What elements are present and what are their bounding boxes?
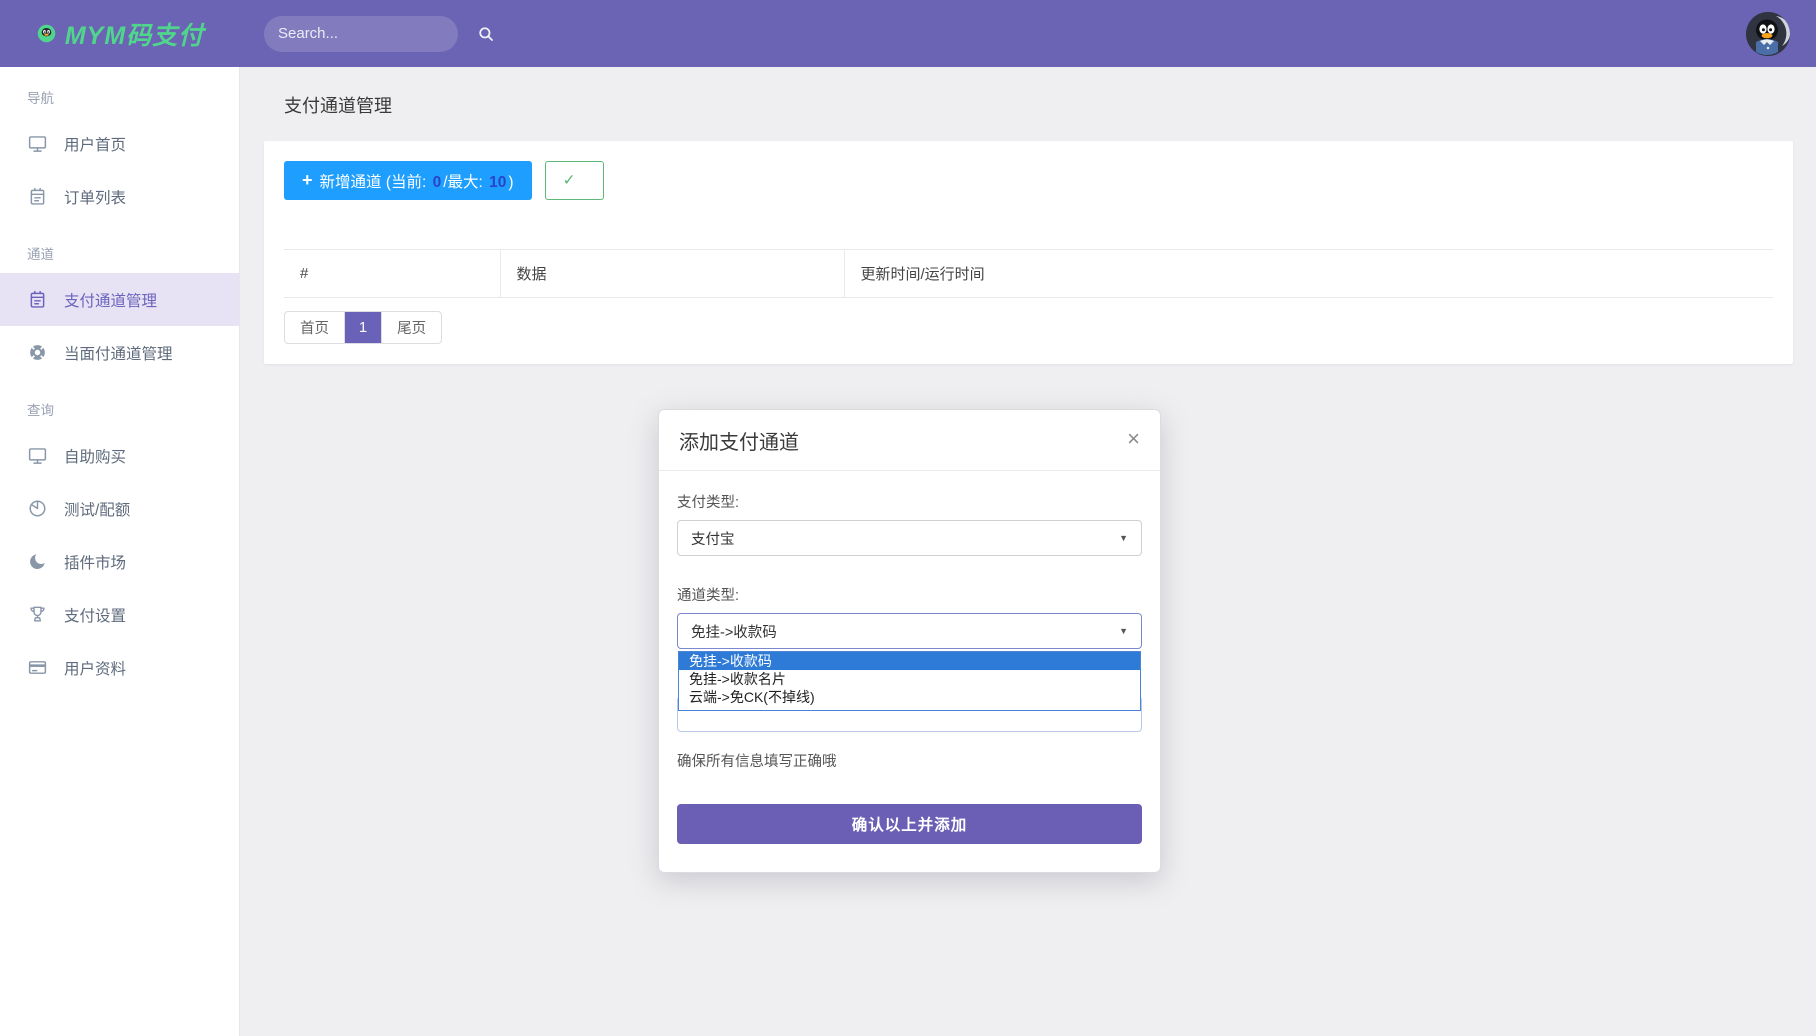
credit-card-icon — [27, 657, 48, 678]
sidebar-item-user-profile[interactable]: 用户资料 — [0, 641, 239, 694]
logo-text: MYM码支付 — [65, 16, 204, 52]
dropdown-option-1[interactable]: 免挂->收款码 — [679, 652, 1140, 670]
channel-type-dropdown: 免挂->收款码 免挂->收款名片 云端->免CK(不掉线) — [678, 651, 1141, 711]
payment-type-value: 支付宝 — [691, 528, 735, 549]
search-box — [264, 16, 458, 52]
pagination-last[interactable]: 尾页 — [381, 312, 441, 343]
sidebar-section-query: 查询 — [0, 379, 239, 429]
clipboard-icon — [27, 186, 48, 207]
page: MYM码支付 — [0, 0, 1816, 1036]
channel-type-label: 通道类型: — [677, 584, 1142, 605]
record-count-badge: ✓ — [545, 161, 604, 200]
sidebar-item-label: 自助购买 — [64, 445, 126, 467]
sidebar-section-channel: 通道 — [0, 223, 239, 273]
search-icon[interactable] — [477, 25, 495, 43]
monitor-icon — [27, 445, 48, 466]
sidebar-item-plugin-market[interactable]: 插件市场 — [0, 535, 239, 588]
logo-icon — [36, 23, 57, 44]
payment-type-label: 支付类型: — [677, 491, 1142, 512]
sidebar-item-label: 当面付通道管理 — [64, 342, 173, 364]
search-input[interactable] — [278, 25, 477, 42]
clipboard-icon — [27, 289, 48, 310]
monitor-icon — [27, 133, 48, 154]
sidebar-item-label: 插件市场 — [64, 551, 126, 573]
table-header-row: # 数据 更新时间/运行时间 — [284, 250, 1773, 298]
page-title: 支付通道管理 — [284, 92, 1816, 118]
pagination-page-1[interactable]: 1 — [344, 312, 381, 343]
sidebar-item-order-list[interactable]: 订单列表 — [0, 170, 239, 223]
top-navbar: MYM码支付 — [0, 0, 1816, 67]
sidebar-item-payment-channel[interactable]: 支付通道管理 — [0, 273, 239, 326]
sidebar: 导航 用户首页 订单列表 通道 支付通道 — [0, 67, 240, 1036]
channel-type-select-wrap: 免挂->收款码 ▼ 免挂->收款码 免挂->收款名片 云端->免CK(不掉线) — [677, 613, 1142, 649]
check-icon: ✓ — [563, 171, 576, 190]
sidebar-item-label: 支付通道管理 — [64, 289, 157, 311]
sidebar-item-label: 支付设置 — [64, 604, 126, 626]
moon-icon — [27, 551, 48, 572]
sidebar-item-label: 用户首页 — [64, 133, 126, 155]
modal-header: 添加支付通道 × — [659, 410, 1160, 471]
pagination: 首页 1 尾页 — [284, 311, 442, 344]
close-icon[interactable]: × — [1123, 424, 1144, 454]
plus-icon: + — [302, 170, 313, 191]
column-header-time: 更新时间/运行时间 — [844, 250, 1773, 298]
add-channel-button[interactable]: + 新增通道 (当前: 0/最大: 10) — [284, 161, 532, 200]
toolbar: + 新增通道 (当前: 0/最大: 10) ✓ — [284, 161, 1773, 200]
payment-type-select[interactable]: 支付宝 ▼ — [677, 520, 1142, 556]
max-count: 10 — [487, 174, 508, 191]
chevron-down-icon: ▼ — [1119, 626, 1128, 636]
trophy-icon — [27, 604, 48, 625]
chevron-down-icon: ▼ — [1119, 533, 1128, 543]
column-header-data: 数据 — [500, 250, 844, 298]
current-count: 0 — [431, 174, 444, 191]
sidebar-section-nav: 导航 — [0, 67, 239, 117]
dropdown-option-2[interactable]: 免挂->收款名片 — [679, 670, 1140, 688]
sidebar-item-test-quota[interactable]: 测试/配额 — [0, 482, 239, 535]
modal-body: 支付类型: 支付宝 ▼ 通道类型: 免挂->收款码 ▼ 免挂->收款码 免挂->… — [659, 471, 1160, 872]
add-channel-modal: 添加支付通道 × 支付类型: 支付宝 ▼ 通道类型: 免挂->收款码 ▼ 免挂-… — [658, 409, 1161, 873]
lifering-icon — [27, 342, 48, 363]
sidebar-item-self-buy[interactable]: 自助购买 — [0, 429, 239, 482]
add-channel-label: 新增通道 (当前: 0/最大: 10) — [320, 170, 514, 192]
sidebar-item-payment-settings[interactable]: 支付设置 — [0, 588, 239, 641]
channel-table: # 数据 更新时间/运行时间 — [284, 249, 1773, 298]
modal-title: 添加支付通道 — [679, 426, 799, 455]
dropdown-option-3[interactable]: 云端->免CK(不掉线) — [679, 688, 1140, 706]
modal-hint: 确保所有信息填写正确哦 — [677, 750, 1142, 771]
user-avatar[interactable] — [1746, 12, 1790, 56]
sidebar-item-label: 测试/配额 — [64, 498, 130, 520]
sidebar-item-label: 用户资料 — [64, 657, 126, 679]
pie-chart-icon — [27, 498, 48, 519]
confirm-add-button[interactable]: 确认以上并添加 — [677, 804, 1142, 844]
logo[interactable]: MYM码支付 — [0, 16, 240, 52]
sidebar-item-user-home[interactable]: 用户首页 — [0, 117, 239, 170]
sidebar-item-f2f-channel[interactable]: 当面付通道管理 — [0, 326, 239, 379]
channel-card: + 新增通道 (当前: 0/最大: 10) ✓ # 数据 更新时间/运行时间 — [264, 141, 1793, 364]
sidebar-item-label: 订单列表 — [64, 186, 126, 208]
column-header-index: # — [284, 250, 500, 298]
channel-type-value: 免挂->收款码 — [691, 621, 777, 642]
pagination-first[interactable]: 首页 — [285, 312, 344, 343]
channel-type-select[interactable]: 免挂->收款码 ▼ — [677, 613, 1142, 649]
